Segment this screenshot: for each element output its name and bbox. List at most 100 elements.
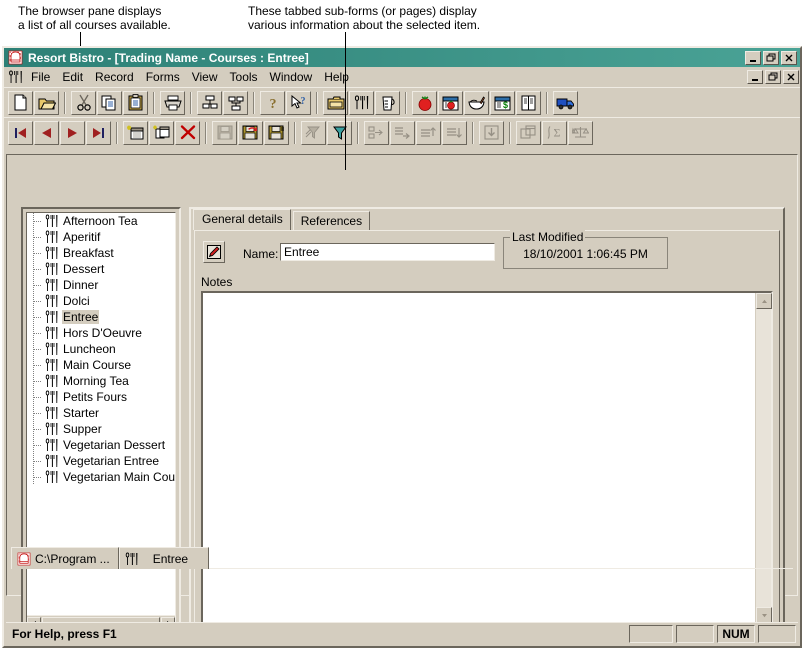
- remove-filter-button[interactable]: [301, 120, 326, 145]
- list-item[interactable]: Supper: [27, 421, 175, 437]
- notes-textarea[interactable]: [201, 291, 773, 625]
- measuring-jug-button[interactable]: [375, 90, 400, 115]
- doc-tab-program[interactable]: C:\Program ...: [11, 547, 119, 569]
- question-mark-button[interactable]: ?: [260, 90, 285, 115]
- menu-edit[interactable]: Edit: [56, 69, 89, 85]
- list-item[interactable]: Main Course: [27, 357, 175, 373]
- open-folder-button[interactable]: [34, 90, 59, 115]
- list-item[interactable]: Vegetarian Main Course: [27, 469, 175, 485]
- save-button[interactable]: [212, 120, 237, 145]
- delivery-truck-button[interactable]: [553, 90, 578, 115]
- list-item[interactable]: Morning Tea: [27, 373, 175, 389]
- sum-button[interactable]: Σ: [542, 120, 567, 145]
- sort-down-button[interactable]: [442, 120, 467, 145]
- menu-bar: File Edit Record Forms View Tools Window…: [4, 67, 800, 87]
- list-item[interactable]: Breakfast: [27, 245, 175, 261]
- new-button[interactable]: [8, 90, 33, 115]
- copy-button[interactable]: [97, 90, 122, 115]
- menu-record[interactable]: Record: [89, 69, 140, 85]
- doc-tab-entree[interactable]: Entree: [118, 547, 210, 569]
- mdi-close-button[interactable]: [783, 70, 799, 84]
- toolbar-separator: [151, 91, 158, 114]
- cutlery-icon: [45, 214, 59, 228]
- toolbar-separator: [292, 121, 299, 144]
- cutlery-icon: [45, 358, 59, 372]
- tab-references[interactable]: References: [292, 211, 371, 230]
- chef-hat-icon: [17, 552, 31, 566]
- menu-tools[interactable]: Tools: [224, 69, 264, 85]
- cut-button[interactable]: [71, 90, 96, 115]
- list-item-selected[interactable]: Entree: [27, 309, 175, 325]
- tree-line-icon: [31, 421, 45, 437]
- context-help-button[interactable]: ?: [286, 90, 311, 115]
- list-item[interactable]: Dinner: [27, 277, 175, 293]
- list-item[interactable]: Dolci: [27, 293, 175, 309]
- toolbar-separator: [544, 91, 551, 114]
- sort-up-button[interactable]: [416, 120, 441, 145]
- list-item[interactable]: Vegetarian Dessert: [27, 437, 175, 453]
- menu-help[interactable]: Help: [318, 69, 355, 85]
- import-button[interactable]: [479, 120, 504, 145]
- scroll-up-arrow-icon[interactable]: [756, 293, 772, 309]
- scroll-down-arrow-icon[interactable]: [756, 607, 772, 623]
- list-item[interactable]: Luncheon: [27, 341, 175, 357]
- delete-record-button[interactable]: [175, 120, 200, 145]
- list-items-button[interactable]: [364, 120, 389, 145]
- previous-record-button[interactable]: [34, 120, 59, 145]
- tab-body-general-details: Name: Entree Last Modified 18/10/2001 1:…: [194, 230, 780, 632]
- save-all-button[interactable]: [264, 120, 289, 145]
- mixing-bowl-button[interactable]: [464, 90, 489, 115]
- list-item[interactable]: Dessert: [27, 261, 175, 277]
- list-item[interactable]: Hors D'Oeuvre: [27, 325, 175, 341]
- name-input[interactable]: Entree: [280, 243, 495, 261]
- list-item[interactable]: Starter: [27, 405, 175, 421]
- courses-tree[interactable]: Afternoon Tea Aperitif Breakfast Dessert…: [26, 212, 176, 632]
- cutlery-icon: [45, 422, 59, 436]
- tree-line-icon: [31, 261, 45, 277]
- next-record-button[interactable]: [60, 120, 85, 145]
- cascade-windows-button[interactable]: [516, 120, 541, 145]
- paste-button[interactable]: [123, 90, 148, 115]
- cutlery-button[interactable]: [349, 90, 374, 115]
- list-item[interactable]: Petits Fours: [27, 389, 175, 405]
- first-record-button[interactable]: [8, 120, 33, 145]
- list-item-label: Dessert: [63, 262, 105, 276]
- tomato-card-button[interactable]: [438, 90, 463, 115]
- cutlery-icon[interactable]: [7, 69, 25, 85]
- tab-general-details[interactable]: General details: [193, 209, 291, 230]
- notes-vertical-scrollbar[interactable]: [755, 293, 772, 623]
- list-item-label: Main Course: [63, 358, 132, 372]
- minimize-button[interactable]: [745, 50, 761, 65]
- list-item-label: Supper: [63, 422, 102, 436]
- price-card-button[interactable]: $: [490, 90, 515, 115]
- window-title: Resort Bistro - [Trading Name - Courses …: [28, 50, 309, 65]
- doc-tab-label: C:\Program ...: [35, 551, 110, 566]
- tomato-button[interactable]: [412, 90, 437, 115]
- duplicate-record-button[interactable]: [149, 120, 174, 145]
- collapse-node-button[interactable]: [223, 90, 248, 115]
- scales-compare-button[interactable]: [568, 120, 593, 145]
- toolbar-separator: [470, 121, 477, 144]
- tree-line-icon: [31, 357, 45, 373]
- pencil-edit-button[interactable]: [203, 241, 225, 263]
- last-record-button[interactable]: [86, 120, 111, 145]
- open-book-button[interactable]: [516, 90, 541, 115]
- apply-filter-button[interactable]: [327, 120, 352, 145]
- expand-node-button[interactable]: [197, 90, 222, 115]
- save-undo-button[interactable]: [238, 120, 263, 145]
- menu-file[interactable]: File: [25, 69, 56, 85]
- new-record-button[interactable]: [123, 120, 148, 145]
- print-button[interactable]: [160, 90, 185, 115]
- menu-window[interactable]: Window: [264, 69, 319, 85]
- move-item-button[interactable]: [390, 120, 415, 145]
- close-button[interactable]: [781, 50, 797, 65]
- mdi-minimize-button[interactable]: [747, 70, 763, 84]
- list-item[interactable]: Afternoon Tea: [27, 213, 175, 229]
- list-item[interactable]: Vegetarian Entree: [27, 453, 175, 469]
- list-item[interactable]: Aperitif: [27, 229, 175, 245]
- menu-forms[interactable]: Forms: [140, 69, 186, 85]
- restore-button[interactable]: [763, 50, 779, 65]
- last-modified-label: Last Modified: [510, 230, 586, 244]
- menu-view[interactable]: View: [186, 69, 224, 85]
- mdi-restore-button[interactable]: [765, 70, 781, 84]
